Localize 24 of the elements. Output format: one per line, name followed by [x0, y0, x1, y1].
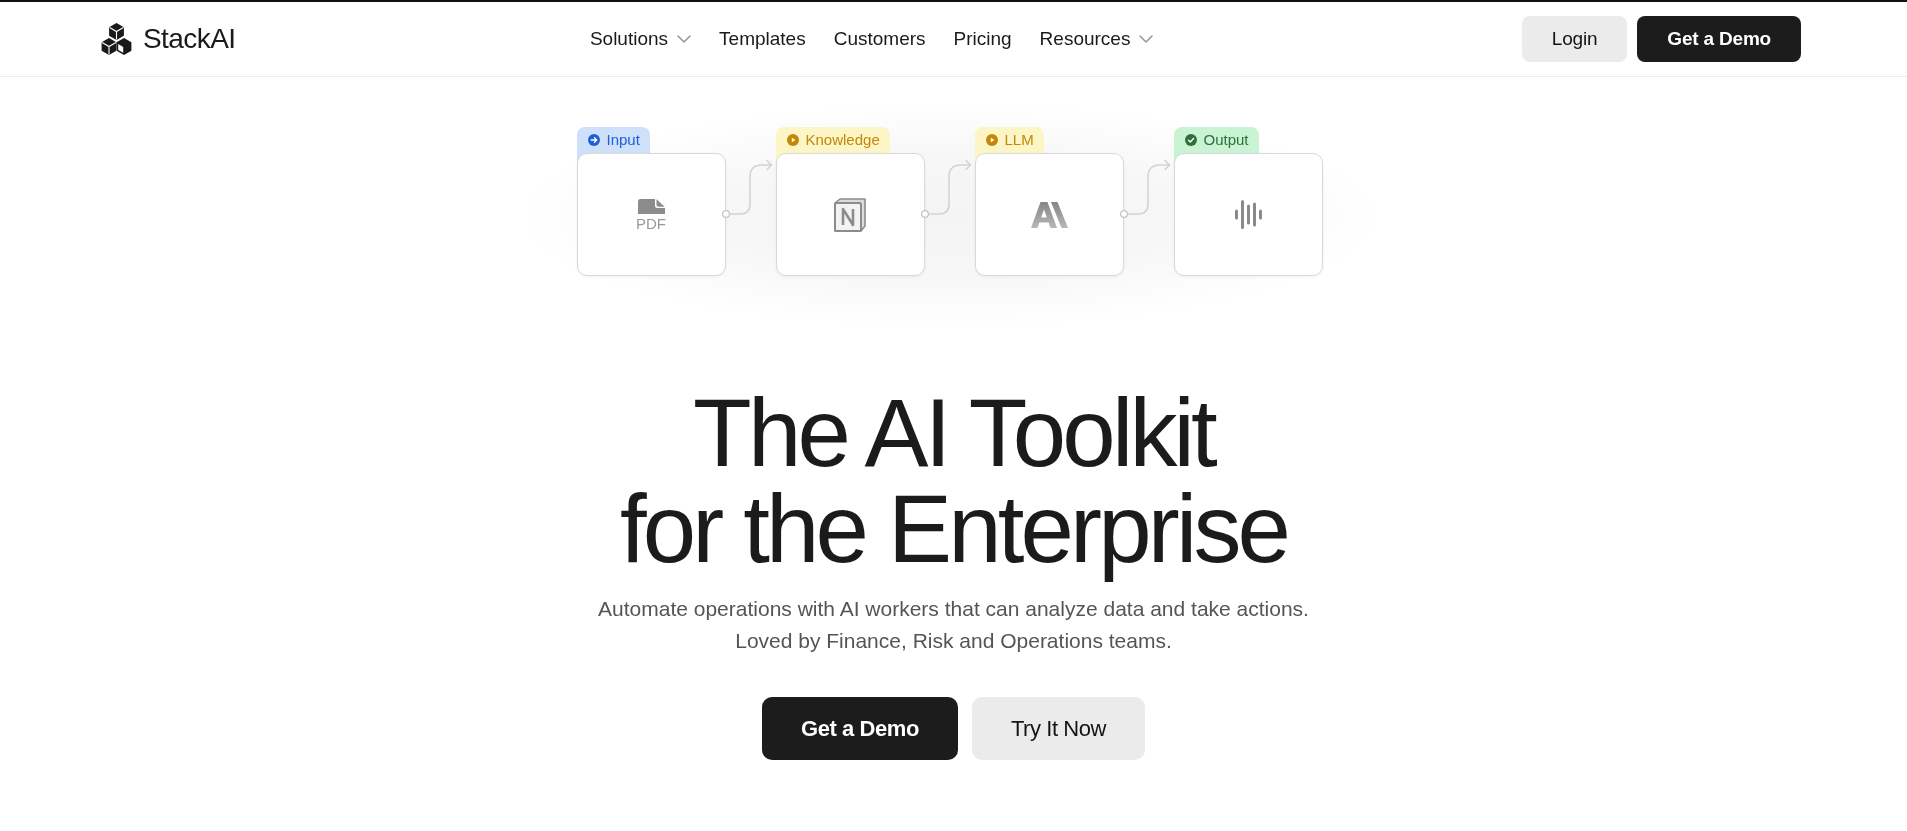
- cubes-logo-icon[interactable]: [100, 22, 133, 56]
- node-label: LLM: [1004, 130, 1034, 150]
- document-icon: [637, 198, 665, 214]
- get-demo-button[interactable]: Get a Demo: [1637, 16, 1801, 62]
- file-type-label: PDF: [636, 215, 666, 231]
- get-demo-button[interactable]: Get a Demo: [762, 697, 958, 760]
- chevron-down-icon: [677, 35, 692, 43]
- hero-title: The AI Toolkit for the Enterprise: [618, 385, 1289, 584]
- try-now-button[interactable]: Try It Now: [971, 697, 1145, 760]
- nav-link[interactable]: Solutions: [589, 26, 692, 52]
- nav-link[interactable]: Customers: [833, 26, 926, 52]
- node-label: Input: [606, 130, 640, 150]
- chevron-down-icon: [1139, 35, 1154, 43]
- brand-name[interactable]: StackAI: [143, 22, 236, 56]
- model-logo-icon: [1030, 201, 1068, 228]
- nav-link[interactable]: Templates: [719, 26, 806, 52]
- node-label: Output: [1203, 130, 1249, 150]
- nav-link[interactable]: Pricing: [953, 26, 1012, 52]
- waveform-icon: [1233, 200, 1263, 229]
- login-button[interactable]: Login: [1521, 16, 1628, 62]
- hero-subtitle: Automate operations with AI workers that can analyze data and take actions. Loved by Finance, Risk and Operations teams.: [598, 596, 1309, 654]
- node-label: Knowledge: [805, 130, 880, 150]
- notebook-icon: [834, 197, 866, 232]
- nav-link[interactable]: Resources: [1039, 26, 1154, 52]
